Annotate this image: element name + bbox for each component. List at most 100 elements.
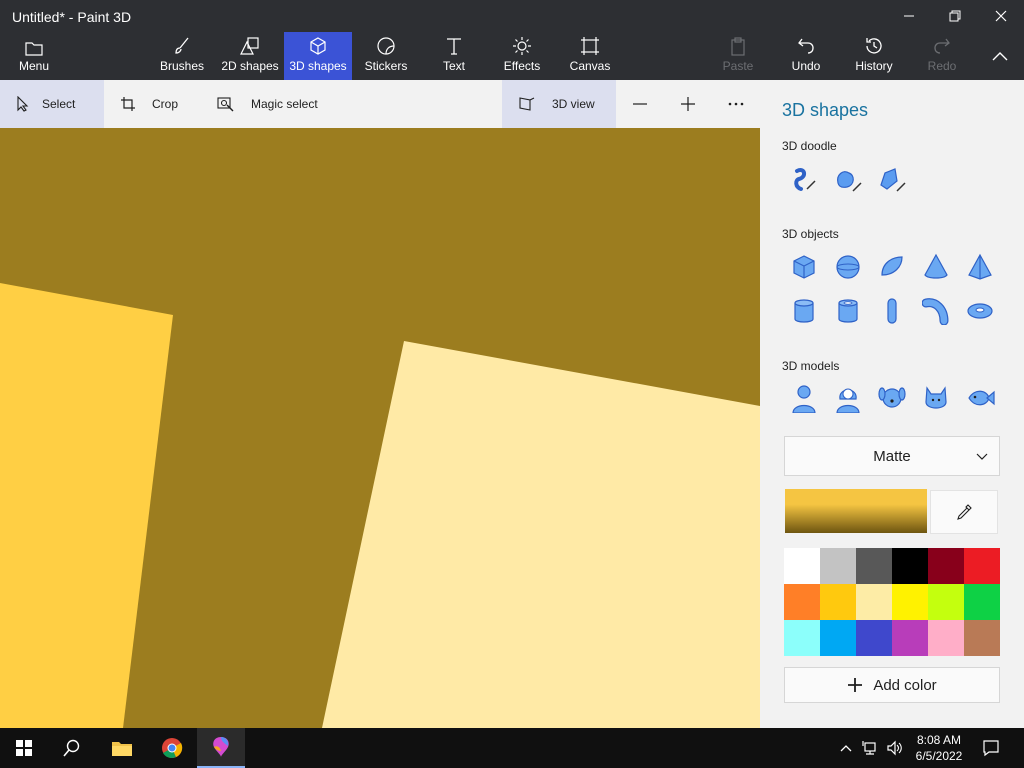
palette-swatch[interactable]: [784, 620, 820, 656]
canvas-icon: [581, 37, 599, 55]
fish-model-icon[interactable]: [964, 382, 996, 414]
redo-button[interactable]: Redo: [922, 32, 962, 80]
cat-model-icon[interactable]: [920, 382, 952, 414]
palette-swatch[interactable]: [856, 620, 892, 656]
palette-swatch[interactable]: [964, 620, 1000, 656]
palette-swatch[interactable]: [892, 584, 928, 620]
palette-swatch[interactable]: [856, 548, 892, 584]
tool-effects[interactable]: Effects: [500, 32, 544, 80]
crop-icon: [121, 97, 135, 111]
history-icon: [866, 38, 882, 54]
folder-icon: [112, 742, 132, 756]
restore-icon: [949, 10, 961, 22]
menu-button[interactable]: Menu: [10, 32, 58, 80]
palette-swatch[interactable]: [964, 548, 1000, 584]
2d-shapes-icon: [240, 37, 259, 55]
show-hidden-icons-button[interactable]: [836, 728, 856, 768]
panel-title: 3D shapes: [782, 100, 869, 120]
palette-swatch[interactable]: [892, 620, 928, 656]
system-clock[interactable]: 8:08 AM 6/5/2022: [912, 732, 966, 764]
tool-stickers[interactable]: Stickers: [362, 32, 410, 80]
plus-icon: [848, 678, 863, 692]
palette-swatch[interactable]: [928, 548, 964, 584]
clock-date: 6/5/2022: [915, 749, 963, 763]
zoom-out-button[interactable]: [628, 80, 652, 128]
cone-icon[interactable]: [920, 251, 952, 283]
network-button[interactable]: [858, 728, 884, 768]
man-model-icon[interactable]: [788, 382, 820, 414]
models-section-label: 3D models: [782, 359, 840, 373]
woman-model-icon[interactable]: [832, 382, 864, 414]
palette-swatch[interactable]: [928, 584, 964, 620]
close-button[interactable]: [978, 0, 1024, 32]
tool-canvas[interactable]: Canvas: [566, 32, 614, 80]
minus-icon: [633, 103, 647, 105]
chevron-up-icon: [992, 52, 1008, 61]
palette-swatch[interactable]: [856, 584, 892, 620]
palette-swatch[interactable]: [820, 548, 856, 584]
magic-select-button[interactable]: Magic select: [217, 80, 337, 128]
dog-model-icon[interactable]: [876, 382, 908, 414]
palette-swatch[interactable]: [892, 548, 928, 584]
start-button[interactable]: [0, 728, 48, 768]
select-button[interactable]: Select: [0, 80, 104, 128]
sharp-edge-doodle-icon[interactable]: [788, 164, 820, 196]
hemisphere-icon[interactable]: [876, 251, 908, 283]
crop-button[interactable]: Crop: [120, 80, 200, 128]
paint-3d-icon: [213, 737, 229, 757]
tube-doodle-icon[interactable]: [876, 164, 908, 196]
capsule-icon[interactable]: [876, 295, 908, 327]
more-options-button[interactable]: [724, 80, 748, 128]
canvas-drawing: [0, 128, 760, 728]
palette-swatch[interactable]: [820, 620, 856, 656]
3d-view-icon: [519, 97, 535, 111]
taskbar-paint-3d[interactable]: [197, 728, 245, 768]
effects-icon: [513, 37, 531, 55]
cylinder-icon[interactable]: [788, 295, 820, 327]
undo-button[interactable]: Undo: [784, 32, 828, 80]
tool-3d-shapes[interactable]: 3D shapes: [284, 32, 352, 80]
tube-icon[interactable]: [832, 295, 864, 327]
eyedropper-button[interactable]: [930, 490, 998, 534]
drawing-canvas[interactable]: [0, 128, 760, 728]
volume-button[interactable]: [882, 728, 908, 768]
cube-icon[interactable]: [788, 251, 820, 283]
3d-view-button[interactable]: 3D view: [502, 80, 616, 128]
pyramid-icon[interactable]: [964, 251, 996, 283]
palette-swatch[interactable]: [928, 620, 964, 656]
add-color-button[interactable]: Add color: [784, 667, 1000, 703]
search-icon: [63, 739, 80, 757]
sphere-icon[interactable]: [832, 251, 864, 283]
restore-button[interactable]: [932, 0, 978, 32]
stickers-icon: [377, 37, 395, 55]
tool-2d-shapes[interactable]: 2D shapes: [218, 32, 282, 80]
window-title: Untitled* - Paint 3D: [12, 9, 132, 25]
palette-swatch[interactable]: [784, 548, 820, 584]
paste-button[interactable]: Paste: [716, 32, 760, 80]
search-button[interactable]: [48, 728, 96, 768]
tool-brushes[interactable]: Brushes: [156, 32, 208, 80]
tool-text[interactable]: Text: [434, 32, 474, 80]
text-icon: [447, 38, 461, 55]
material-dropdown[interactable]: Matte: [784, 436, 1000, 476]
plus-icon: [681, 97, 695, 111]
bent-tube-icon[interactable]: [920, 295, 952, 327]
taskbar-chrome[interactable]: [148, 728, 196, 768]
zoom-in-button[interactable]: [676, 80, 700, 128]
eyedropper-icon: [957, 504, 972, 520]
history-button[interactable]: History: [850, 32, 898, 80]
chevron-down-icon: [976, 453, 988, 460]
soft-edge-doodle-icon[interactable]: [832, 164, 864, 196]
palette-swatch[interactable]: [964, 584, 1000, 620]
notifications-button[interactable]: [968, 728, 1014, 768]
3d-shapes-panel: 3D shapes 3D doodle 3D objects 3D models: [760, 80, 1024, 728]
collapse-ribbon-button[interactable]: [982, 32, 1018, 80]
donut-icon[interactable]: [964, 295, 996, 327]
windows-logo-icon: [16, 740, 32, 756]
selected-color-swatch[interactable]: [785, 489, 927, 533]
palette-swatch[interactable]: [784, 584, 820, 620]
palette-swatch[interactable]: [820, 584, 856, 620]
taskbar-file-explorer[interactable]: [98, 728, 146, 768]
close-icon: [995, 10, 1007, 22]
minimize-button[interactable]: [886, 0, 932, 32]
